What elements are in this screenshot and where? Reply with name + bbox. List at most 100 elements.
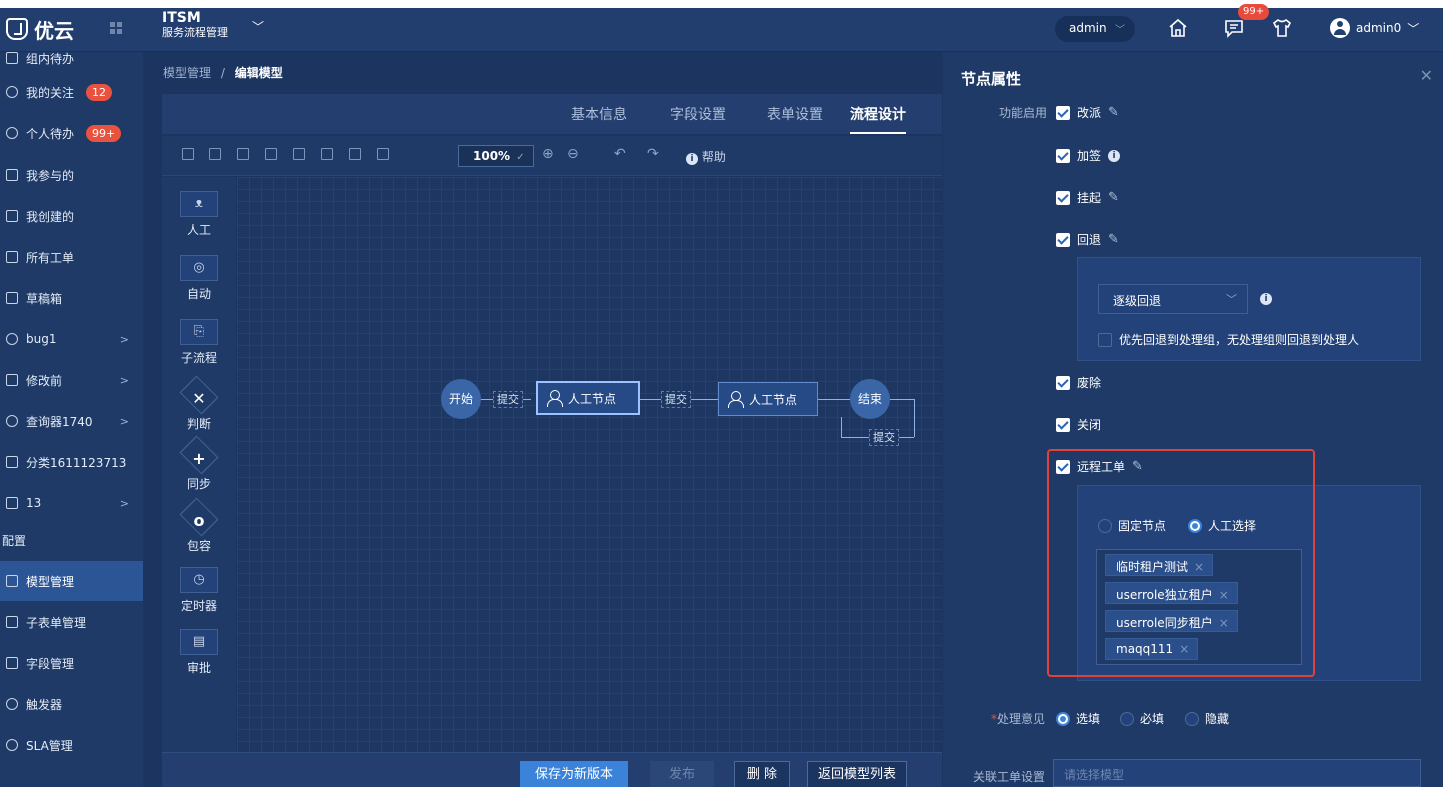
tab-form-settings[interactable]: 表单设置 bbox=[767, 104, 823, 124]
task-node-selected[interactable]: 人工节点 bbox=[536, 381, 640, 415]
zoom-select[interactable]: 100% ✓ bbox=[458, 145, 534, 167]
sidebar-item-label: 草稿箱 bbox=[26, 291, 63, 306]
sidebar-item-label: 分类1611123713 bbox=[26, 455, 127, 470]
sidebar-item-sla[interactable]: SLA管理 bbox=[0, 725, 143, 765]
close-icon[interactable]: ✕ bbox=[1420, 66, 1433, 85]
palette-manual[interactable]: ᴥ 人工 bbox=[162, 191, 236, 238]
sidebar-item-label: 组内待办 bbox=[26, 52, 75, 66]
zoom-in-icon[interactable]: ⊕ bbox=[542, 146, 554, 162]
palette-approval[interactable]: ▤ 审批 bbox=[162, 629, 236, 676]
user-menu[interactable]: admin0 ﹀ bbox=[1330, 18, 1419, 38]
save-new-version-button[interactable]: 保存为新版本 bbox=[520, 761, 628, 787]
distribute-v-icon[interactable] bbox=[377, 148, 389, 160]
flow-edge[interactable] bbox=[841, 417, 842, 437]
sidebar-item-model-management[interactable]: 模型管理 bbox=[0, 561, 143, 601]
align-left-icon[interactable] bbox=[182, 148, 194, 160]
skin-icon[interactable] bbox=[1270, 16, 1294, 40]
edge-label[interactable]: 提交 bbox=[493, 391, 523, 408]
sidebar-item-before-edit[interactable]: 修改前 > bbox=[0, 360, 143, 400]
end-node[interactable]: 结束 bbox=[850, 379, 890, 419]
start-node[interactable]: 开始 bbox=[441, 379, 481, 419]
sidebar-item-bug1[interactable]: bug1 > bbox=[0, 319, 143, 359]
info-icon[interactable]: i bbox=[1108, 149, 1121, 162]
text-field-icon bbox=[6, 657, 18, 669]
align-top-icon[interactable] bbox=[265, 148, 277, 160]
action-bar: 保存为新版本 发布 删 除 返回模型列表 bbox=[162, 752, 942, 787]
edge-label[interactable]: 提交 bbox=[869, 429, 899, 446]
sidebar-section-config: 配置 bbox=[2, 534, 27, 548]
checkbox-abolish[interactable]: 废除 bbox=[1056, 374, 1101, 391]
edit-icon[interactable]: ✎ bbox=[1108, 105, 1119, 120]
tab-basic-info[interactable]: 基本信息 bbox=[571, 104, 627, 124]
palette-inclusive[interactable]: o 包容 bbox=[162, 509, 236, 554]
distribute-h-icon[interactable] bbox=[349, 148, 361, 160]
palette-parallel[interactable]: + 同步 bbox=[162, 447, 236, 492]
edit-icon[interactable]: ✎ bbox=[1108, 190, 1119, 205]
count-badge: 99+ bbox=[86, 124, 122, 142]
palette-decision[interactable]: ✕ 判断 bbox=[162, 387, 236, 432]
checkbox-rollback[interactable]: 回退 ✎ bbox=[1056, 231, 1119, 248]
back-to-list-button[interactable]: 返回模型列表 bbox=[807, 761, 907, 787]
breadcrumb-link[interactable]: 模型管理 bbox=[163, 66, 211, 80]
sidebar-item-drafts[interactable]: 草稿箱 bbox=[0, 278, 143, 318]
flow-edge[interactable] bbox=[818, 399, 850, 400]
sidebar-item-created[interactable]: 我创建的 bbox=[0, 196, 143, 236]
sidebar-item-participated[interactable]: 我参与的 bbox=[0, 155, 143, 195]
timer-icon: ◷ bbox=[180, 567, 218, 593]
rollback-mode-select[interactable]: 逐级回退 ﹀ bbox=[1098, 284, 1248, 314]
app-grid-icon[interactable] bbox=[110, 22, 122, 34]
sidebar-item-all-tickets[interactable]: 所有工单 bbox=[0, 237, 143, 277]
task-node-label: 人工节点 bbox=[568, 391, 617, 406]
zoom-out-icon[interactable]: ⊖ bbox=[567, 146, 579, 162]
sidebar-item-triggers[interactable]: 触发器 bbox=[0, 684, 143, 724]
tab-flow-design[interactable]: 流程设计 bbox=[850, 104, 906, 134]
edge-label[interactable]: 提交 bbox=[661, 391, 691, 408]
sidebar-item-13[interactable]: 13 > bbox=[0, 483, 143, 523]
palette-auto[interactable]: ◎ 自动 bbox=[162, 255, 236, 302]
sidebar-item-fields[interactable]: 字段管理 bbox=[0, 643, 143, 683]
align-center-icon[interactable] bbox=[209, 148, 221, 160]
sidebar-item-label: 我的关注 bbox=[26, 85, 75, 100]
notification-badge: 99+ bbox=[1238, 4, 1270, 20]
chevron-down-icon[interactable]: ﹀ bbox=[252, 18, 264, 35]
help-button[interactable]: i 帮助 bbox=[686, 148, 726, 165]
info-icon[interactable]: i bbox=[1260, 293, 1272, 305]
palette-label: 定时器 bbox=[180, 599, 217, 613]
radio-opinion-required[interactable]: 必填 bbox=[1120, 710, 1164, 727]
palette-timer[interactable]: ◷ 定时器 bbox=[162, 567, 236, 614]
sidebar-item-following[interactable]: 我的关注 12 bbox=[0, 72, 143, 112]
radio-opinion-optional[interactable]: 选填 bbox=[1056, 710, 1100, 727]
flow-canvas[interactable]: 开始 提交 人工节点 提交 人工节点 结束 提交 bbox=[237, 177, 942, 752]
sidebar-item-category[interactable]: 分类1611123713 bbox=[0, 442, 143, 482]
sidebar-item-subform[interactable]: 子表单管理 bbox=[0, 602, 143, 642]
tenant-select[interactable]: admin ﹀ bbox=[1055, 16, 1135, 42]
checkbox-suspend[interactable]: 挂起 ✎ bbox=[1056, 189, 1119, 206]
related-model-select[interactable]: 请选择模型 bbox=[1053, 759, 1421, 787]
align-middle-icon[interactable] bbox=[293, 148, 305, 160]
align-bottom-icon[interactable] bbox=[321, 148, 333, 160]
radio-opinion-hidden[interactable]: 隐藏 bbox=[1185, 710, 1229, 727]
redo-icon[interactable]: ↷ bbox=[647, 146, 659, 162]
checkbox-add-sign[interactable]: 加签 i bbox=[1056, 147, 1121, 164]
logo[interactable]: 优云 bbox=[6, 14, 74, 44]
system-switcher[interactable]: ITSM 服务流程管理 bbox=[162, 10, 228, 40]
undo-icon[interactable]: ↶ bbox=[614, 146, 626, 162]
publish-button[interactable]: 发布 bbox=[650, 761, 714, 787]
message-icon[interactable] bbox=[1222, 16, 1246, 40]
palette-subprocess[interactable]: ⎘ 子流程 bbox=[162, 319, 236, 366]
edit-icon[interactable]: ✎ bbox=[1108, 232, 1119, 247]
checkbox-rollback-group-first[interactable]: 优先回退到处理组，无处理组则回退到处理人 bbox=[1098, 331, 1359, 348]
checkbox-close[interactable]: 关闭 bbox=[1056, 416, 1101, 433]
home-icon[interactable] bbox=[1166, 16, 1190, 40]
sidebar-item-query1740[interactable]: 查询器1740 > bbox=[0, 401, 143, 441]
count-badge: 12 bbox=[86, 83, 113, 101]
task-node[interactable]: 人工节点 bbox=[718, 382, 818, 416]
checkbox-reassign[interactable]: 改派 ✎ bbox=[1056, 104, 1119, 121]
delete-button[interactable]: 删 除 bbox=[734, 761, 790, 787]
sidebar-item-personal-todo[interactable]: 个人待办 99+ bbox=[0, 113, 143, 153]
tab-field-settings[interactable]: 字段设置 bbox=[670, 104, 726, 124]
flow-edge[interactable] bbox=[890, 399, 914, 400]
flow-edge[interactable] bbox=[914, 399, 915, 437]
align-right-icon[interactable] bbox=[237, 148, 249, 160]
chevron-right-icon: > bbox=[119, 332, 129, 346]
